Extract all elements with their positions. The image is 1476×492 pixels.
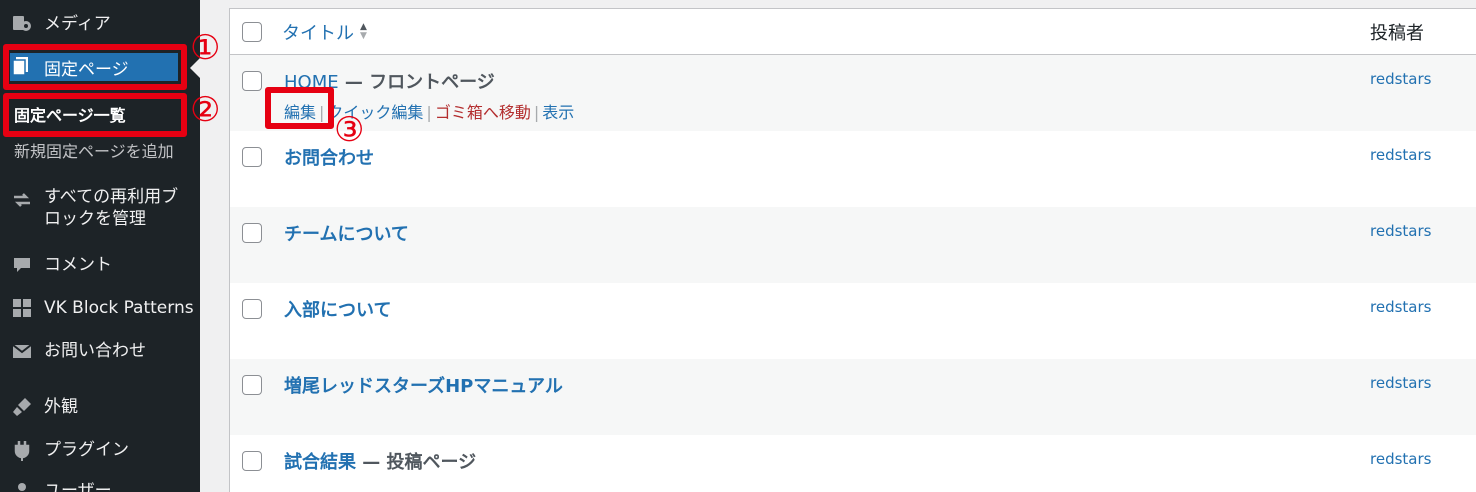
submenu-add-new-page[interactable]: 新規固定ページを追加 xyxy=(0,140,200,164)
menu-item-comments[interactable]: コメント xyxy=(0,252,200,278)
reusable-block-icon xyxy=(10,188,34,212)
page-state: — フロントページ xyxy=(338,72,495,93)
page-title-link[interactable]: 試合結果 xyxy=(284,452,356,473)
annotation-number-3: ③ xyxy=(334,110,365,150)
author-link[interactable]: redstars xyxy=(1370,146,1431,164)
annotation-number-1: ① xyxy=(190,28,221,68)
row-title: 入部について xyxy=(284,296,391,322)
menu-item-label: すべての再利用ブロックを管理 xyxy=(44,187,179,229)
select-all-checkbox[interactable] xyxy=(242,22,262,42)
page-state: — 投稿ページ xyxy=(356,452,477,473)
highlight-box-2 xyxy=(3,93,187,137)
admin-sidebar: メディア 固定ページ 固定ページ一覧 新規固定ページを追加 すべての再利用ブロッ… xyxy=(0,0,200,492)
table-row: お問合わせ redstars xyxy=(230,131,1476,207)
author-link[interactable]: redstars xyxy=(1370,374,1431,392)
menu-item-label: ユーザー xyxy=(44,481,112,492)
menu-item-vk-block-patterns[interactable]: VK Block Patterns xyxy=(0,295,200,321)
trash-link[interactable]: ゴミ箱へ移動 xyxy=(435,103,531,122)
menu-item-label: コメント xyxy=(44,255,112,275)
user-icon xyxy=(10,479,34,492)
page-title-link[interactable]: チームについて xyxy=(284,224,409,245)
table-row: 入部について redstars xyxy=(230,283,1476,359)
comment-icon xyxy=(10,253,34,277)
view-link[interactable]: 表示 xyxy=(542,103,574,122)
menu-item-reusable-blocks[interactable]: すべての再利用ブロックを管理 xyxy=(0,186,200,236)
menu-item-label: VK Block Patterns xyxy=(44,298,194,318)
menu-item-users[interactable]: ユーザー xyxy=(0,478,200,492)
table-row: HOME — フロントページ 編集 | クイック編集 | ゴミ箱へ移動 | 表示 redst… xyxy=(230,55,1476,131)
row-checkbox[interactable] xyxy=(242,223,262,243)
sort-indicator-icon: ▲ ▼ xyxy=(360,22,367,41)
row-checkbox[interactable] xyxy=(242,299,262,319)
table-header: タイトル ▲ ▼ 投稿者 xyxy=(230,9,1476,55)
row-checkbox[interactable] xyxy=(242,451,262,471)
title-column-header[interactable]: タイトル ▲ ▼ xyxy=(282,19,367,45)
menu-item-plugins[interactable]: プラグイン xyxy=(0,437,200,463)
author-column-header: 投稿者 xyxy=(1370,23,1424,44)
table-row: 増尾レッドスターズHPマニュアル redstars xyxy=(230,359,1476,435)
menu-item-media[interactable]: メディア xyxy=(0,10,200,38)
menu-item-contact[interactable]: お問い合わせ xyxy=(0,338,200,364)
highlight-box-3 xyxy=(265,87,334,129)
page-title-link[interactable]: 増尾レッドスターズHPマニュアル xyxy=(284,376,563,397)
menu-item-label: 外観 xyxy=(44,397,78,417)
menu-item-label: プラグイン xyxy=(44,440,129,460)
table-row: チームについて redstars xyxy=(230,207,1476,283)
grid-icon xyxy=(10,296,34,320)
appearance-brush-icon xyxy=(10,395,34,419)
annotation-number-2: ② xyxy=(190,90,221,130)
row-title: 試合結果 — 投稿ページ xyxy=(284,448,476,474)
submenu-label: 新規固定ページを追加 xyxy=(14,142,174,161)
row-title: チームについて xyxy=(284,220,409,246)
menu-item-appearance[interactable]: 外観 xyxy=(0,394,200,420)
mail-icon xyxy=(10,339,34,363)
media-icon xyxy=(10,12,34,36)
row-title: 増尾レッドスターズHPマニュアル xyxy=(284,372,563,398)
row-checkbox[interactable] xyxy=(242,71,262,91)
menu-item-label: お問い合わせ xyxy=(44,341,146,361)
author-link[interactable]: redstars xyxy=(1370,70,1431,88)
author-link[interactable]: redstars xyxy=(1370,450,1431,468)
menu-item-label: メディア xyxy=(44,14,111,34)
table-row: 試合結果 — 投稿ページ redstars xyxy=(230,435,1476,492)
page-title-link[interactable]: お問合わせ xyxy=(284,148,374,169)
row-checkbox[interactable] xyxy=(242,375,262,395)
pages-list-table: タイトル ▲ ▼ 投稿者 HOME — フロントページ 編集 | クイック編集 | ゴミ… xyxy=(229,8,1476,492)
author-link[interactable]: redstars xyxy=(1370,222,1431,240)
highlight-box-1 xyxy=(3,44,187,90)
page-title-link[interactable]: 入部について xyxy=(284,300,391,321)
row-checkbox[interactable] xyxy=(242,147,262,167)
author-link[interactable]: redstars xyxy=(1370,298,1431,316)
plugin-icon xyxy=(10,438,34,462)
